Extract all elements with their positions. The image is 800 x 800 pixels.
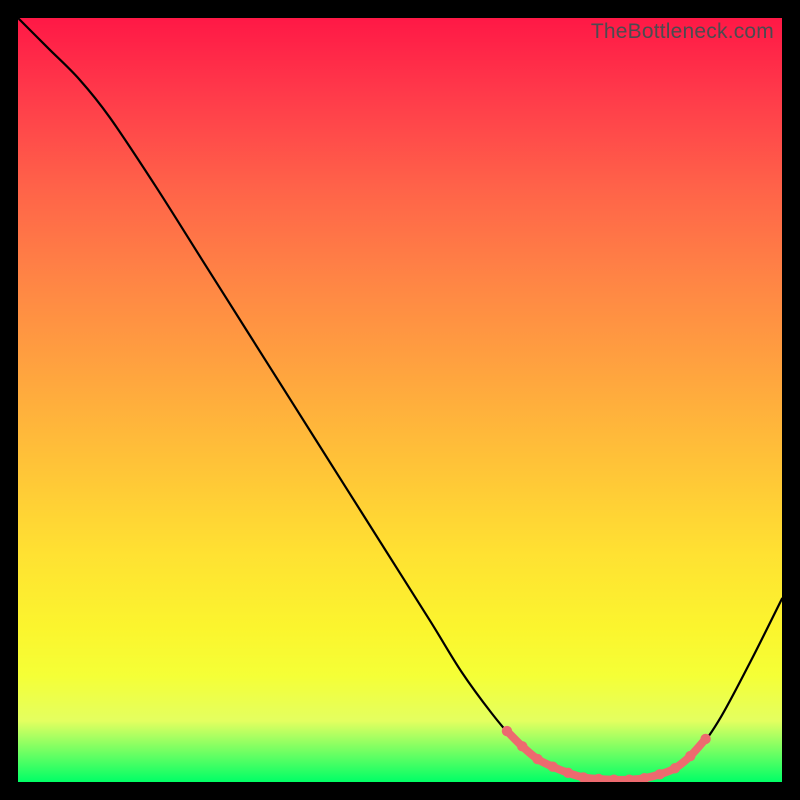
bottleneck-curve [18, 18, 782, 780]
optimal-band [502, 726, 711, 782]
curve-layer [18, 18, 782, 782]
plot-area: TheBottleneck.com [18, 18, 782, 782]
chart-frame: TheBottleneck.com [0, 0, 800, 800]
